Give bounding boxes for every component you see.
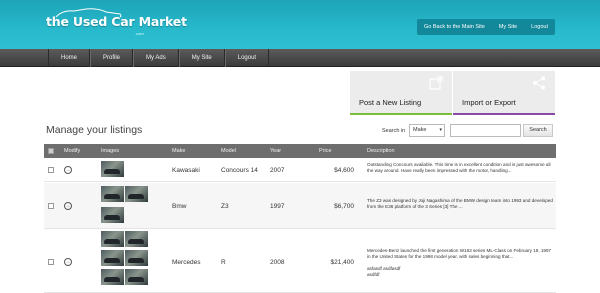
car-thumbnail[interactable]	[101, 186, 124, 202]
search-in-label: Search in	[382, 128, 406, 134]
car-thumbnail[interactable]	[101, 161, 124, 177]
col-model: Model	[221, 148, 236, 154]
cell-model: Concours 14	[221, 167, 258, 174]
cell-year: 1997	[270, 203, 285, 210]
chevron-down-icon: ▾	[439, 127, 442, 133]
post-listing-tile[interactable]: Post a New Listing	[350, 71, 452, 115]
search-input[interactable]	[450, 124, 521, 137]
car-thumbnail[interactable]	[125, 231, 148, 247]
post-listing-label: Post a New Listing	[359, 98, 422, 107]
car-thumbnail[interactable]	[101, 231, 124, 247]
table-row[interactable]: → Mercedes R 2008 $21,400 Mercedes-Benz …	[44, 230, 556, 293]
car-thumbnail[interactable]	[101, 269, 124, 285]
cell-make: Bmw	[172, 203, 187, 210]
nav-profile[interactable]: Profile	[90, 49, 134, 67]
top-links: Go Back to the Main Site My Site Logout	[416, 19, 555, 35]
cell-make: Kawasaki	[172, 167, 200, 174]
col-make: Make	[172, 148, 186, 154]
search-button[interactable]: Search	[523, 124, 553, 137]
import-export-tile[interactable]: Import or Export	[453, 71, 555, 115]
edit-icon[interactable]: →	[64, 202, 72, 210]
table-header: Modify Images Make Model Year Price Desc…	[44, 144, 556, 158]
my-site-link[interactable]: My Site	[492, 19, 524, 35]
page-title: Manage your listings	[46, 124, 143, 136]
row-checkbox[interactable]	[48, 203, 54, 209]
cell-year: 2008	[270, 259, 285, 266]
main-nav: Home Profile My Ads My Site Logout	[0, 49, 600, 67]
row-checkbox[interactable]	[48, 259, 54, 265]
cell-description: Outstanding Concours available. This tim…	[367, 162, 551, 173]
col-price: Price	[319, 148, 332, 154]
row-checkbox[interactable]	[48, 167, 54, 173]
car-thumbnail[interactable]	[101, 207, 124, 223]
cell-description: Mercedes-Benz launched the first generat…	[367, 248, 552, 259]
col-year: Year	[270, 148, 282, 154]
table-row[interactable]: → Kawasaki Concours 14 2007 $4,600 Outst…	[44, 158, 556, 182]
table-row[interactable]: → Bmw Z3 1997 $6,700 The Z3 was designed…	[44, 183, 556, 229]
cell-description-extra: asdfdf	[367, 272, 380, 277]
logout-link[interactable]: Logout	[524, 19, 555, 35]
new-listing-icon	[429, 76, 443, 90]
col-images: Images	[101, 148, 120, 154]
car-thumbnail[interactable]	[125, 269, 148, 285]
select-all-checkbox[interactable]	[48, 148, 54, 154]
car-thumbnail[interactable]	[125, 250, 148, 266]
nav-my-ads[interactable]: My Ads	[133, 49, 179, 67]
nav-my-site[interactable]: My Site	[178, 49, 225, 67]
edit-icon[interactable]: →	[64, 166, 72, 174]
share-icon	[533, 76, 545, 90]
cell-description: The Z3 was designed by Joji Nagashima of…	[367, 198, 553, 209]
cell-price: $6,700	[334, 203, 354, 210]
col-modify: Modify	[64, 148, 81, 154]
search-field-select[interactable]: Make ▾	[409, 124, 445, 137]
site-logo[interactable]: the Used Car Market	[46, 14, 187, 29]
cell-price: $4,600	[334, 167, 354, 174]
cell-price: $21,400	[330, 259, 355, 266]
nav-logout[interactable]: Logout	[224, 49, 270, 67]
site-header: the Used Car Market .com Go Back to the …	[0, 0, 600, 49]
nav-home[interactable]: Home	[48, 49, 91, 67]
cell-model: Z3	[221, 203, 229, 210]
main-site-link[interactable]: Go Back to the Main Site	[417, 19, 492, 35]
col-description: Description	[367, 148, 395, 154]
car-thumbnail[interactable]	[125, 186, 148, 202]
import-export-label: Import or Export	[462, 98, 516, 107]
cell-year: 2007	[270, 167, 285, 174]
cell-model: R	[221, 259, 226, 266]
edit-icon[interactable]: →	[64, 258, 72, 266]
car-thumbnail[interactable]	[101, 250, 124, 266]
search-field-value: Make	[413, 127, 427, 133]
site-logo-suffix: .com	[135, 31, 144, 36]
cell-make: Mercedes	[172, 259, 201, 266]
